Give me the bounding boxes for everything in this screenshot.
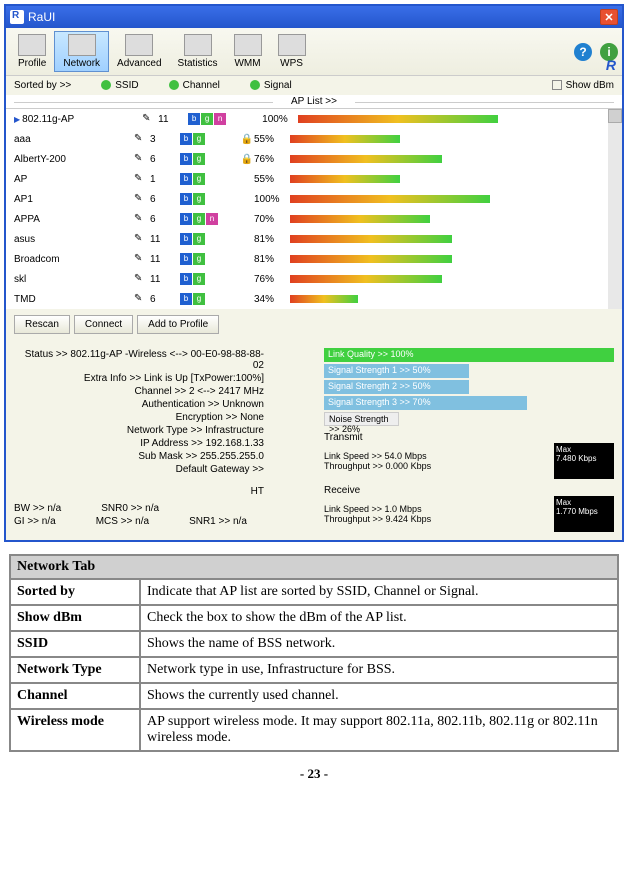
noise-bar: Noise Strength >> 26% (324, 412, 399, 426)
sort-signal[interactable]: Signal (250, 80, 292, 91)
ap-list: 802.11g-AP✎11bgn100%aaa✎3bg🔒55%AlbertY-2… (6, 109, 622, 309)
ht-snr1: SNR1 >> n/a (189, 516, 247, 527)
scroll-up-icon[interactable] (608, 109, 622, 123)
ap-row[interactable]: AlbertY-200✎6bg🔒76% (6, 149, 622, 169)
status-line: Status >> 802.11g-AP -Wireless <--> 00-E… (14, 348, 264, 372)
show-dbm-checkbox[interactable]: Show dBm (552, 80, 614, 91)
transmit-label: Transmit (324, 432, 614, 443)
close-button[interactable]: ✕ (600, 9, 618, 25)
app-icon (10, 10, 24, 24)
app-window: RaUI ✕ Profile Network Advanced Statisti… (4, 4, 624, 542)
tx-max-box: Max7.480 Kbps (554, 443, 614, 479)
ht-gi: GI >> n/a (14, 516, 56, 527)
rescan-button[interactable]: Rescan (14, 315, 70, 334)
advanced-icon (125, 34, 153, 56)
connect-button[interactable]: Connect (74, 315, 133, 334)
receive-label: Receive (324, 485, 614, 496)
ap-row[interactable]: 802.11g-AP✎11bgn100% (6, 109, 622, 129)
wmm-icon (234, 34, 262, 56)
network-icon (68, 34, 96, 56)
sort-ssid[interactable]: SSID (101, 80, 138, 91)
tx-throughput: Throughput >> 0.000 Kbps (324, 461, 546, 471)
wps-icon (278, 34, 306, 56)
auth-line: Authentication >> Unknown (14, 398, 264, 411)
brand-logo: R (606, 57, 616, 73)
button-bar: Rescan Connect Add to Profile (6, 309, 622, 340)
ap-row[interactable]: TMD✎6bg34% (6, 289, 622, 309)
table-row: Network TypeNetwork type in use, Infrast… (10, 657, 618, 683)
ip-line: IP Address >> 192.168.1.33 (14, 437, 264, 450)
ht-snr0: SNR0 >> n/a (101, 503, 159, 514)
ap-row[interactable]: asus✎11bg81% (6, 229, 622, 249)
page-number: - 23 - (0, 766, 628, 782)
ap-row[interactable]: AP✎1bg55% (6, 169, 622, 189)
gateway-line: Default Gateway >> (14, 463, 264, 476)
status-area: Status >> 802.11g-AP -Wireless <--> 00-E… (6, 340, 622, 540)
tab-wps[interactable]: WPS (270, 32, 314, 71)
encryption-line: Encryption >> None (14, 411, 264, 424)
sorted-by-label: Sorted by >> (14, 80, 71, 91)
table-row: ChannelShows the currently used channel. (10, 683, 618, 709)
ap-row[interactable]: skl✎11bg76% (6, 269, 622, 289)
ht-header: HT (14, 485, 264, 498)
sort-channel[interactable]: Channel (169, 80, 220, 91)
ap-list-header: AP List >> (6, 95, 622, 109)
help-icon[interactable]: ? (574, 43, 592, 61)
status-info: Status >> 802.11g-AP -Wireless <--> 00-E… (14, 348, 304, 532)
description-table: Network Tab Sorted byIndicate that AP li… (9, 554, 619, 752)
titlebar: RaUI ✕ (6, 6, 622, 28)
window-title: RaUI (28, 10, 55, 24)
table-row: Wireless modeAP support wireless mode. I… (10, 709, 618, 751)
ap-row[interactable]: APPA✎6bgn70% (6, 209, 622, 229)
rx-link-speed: Link Speed >> 1.0 Mbps (324, 504, 546, 514)
ap-row[interactable]: Broadcom✎11bg81% (6, 249, 622, 269)
tab-statistics[interactable]: Statistics (170, 32, 226, 71)
table-row: Sorted byIndicate that AP list are sorte… (10, 579, 618, 605)
ap-row[interactable]: aaa✎3bg🔒55% (6, 129, 622, 149)
tab-network[interactable]: Network (54, 31, 109, 72)
channel-line: Channel >> 2 <--> 2417 MHz (14, 385, 264, 398)
profile-icon (18, 34, 46, 56)
tab-advanced[interactable]: Advanced (109, 32, 169, 71)
submask-line: Sub Mask >> 255.255.255.0 (14, 450, 264, 463)
tab-wmm[interactable]: WMM (226, 32, 270, 71)
table-header: Network Tab (10, 555, 618, 579)
link-quality-bar: Link Quality >> 100% (324, 348, 614, 362)
extra-info-line: Extra Info >> Link is Up [TxPower:100%] (14, 372, 264, 385)
statistics-icon (184, 34, 212, 56)
ht-mcs: MCS >> n/a (96, 516, 149, 527)
add-profile-button[interactable]: Add to Profile (137, 315, 219, 334)
signal-2-bar: Signal Strength 2 >> 50% (324, 380, 469, 394)
tab-profile[interactable]: Profile (10, 32, 54, 71)
rx-throughput: Throughput >> 9.424 Kbps (324, 514, 546, 524)
table-row: Show dBmCheck the box to show the dBm of… (10, 605, 618, 631)
main-toolbar: Profile Network Advanced Statistics WMM … (6, 28, 622, 76)
signal-3-bar: Signal Strength 3 >> 70% (324, 396, 527, 410)
ap-row[interactable]: AP1✎6bg100% (6, 189, 622, 209)
scrollbar[interactable] (608, 109, 622, 309)
ht-bw: BW >> n/a (14, 503, 61, 514)
table-row: SSIDShows the name of BSS network. (10, 631, 618, 657)
tx-link-speed: Link Speed >> 54.0 Mbps (324, 451, 546, 461)
signal-1-bar: Signal Strength 1 >> 50% (324, 364, 469, 378)
sort-bar: Sorted by >> SSID Channel Signal Show dB… (6, 76, 622, 95)
quality-panel: Link Quality >> 100% Signal Strength 1 >… (324, 348, 614, 532)
rx-max-box: Max1.770 Mbps (554, 496, 614, 532)
network-type-line: Network Type >> Infrastructure (14, 424, 264, 437)
